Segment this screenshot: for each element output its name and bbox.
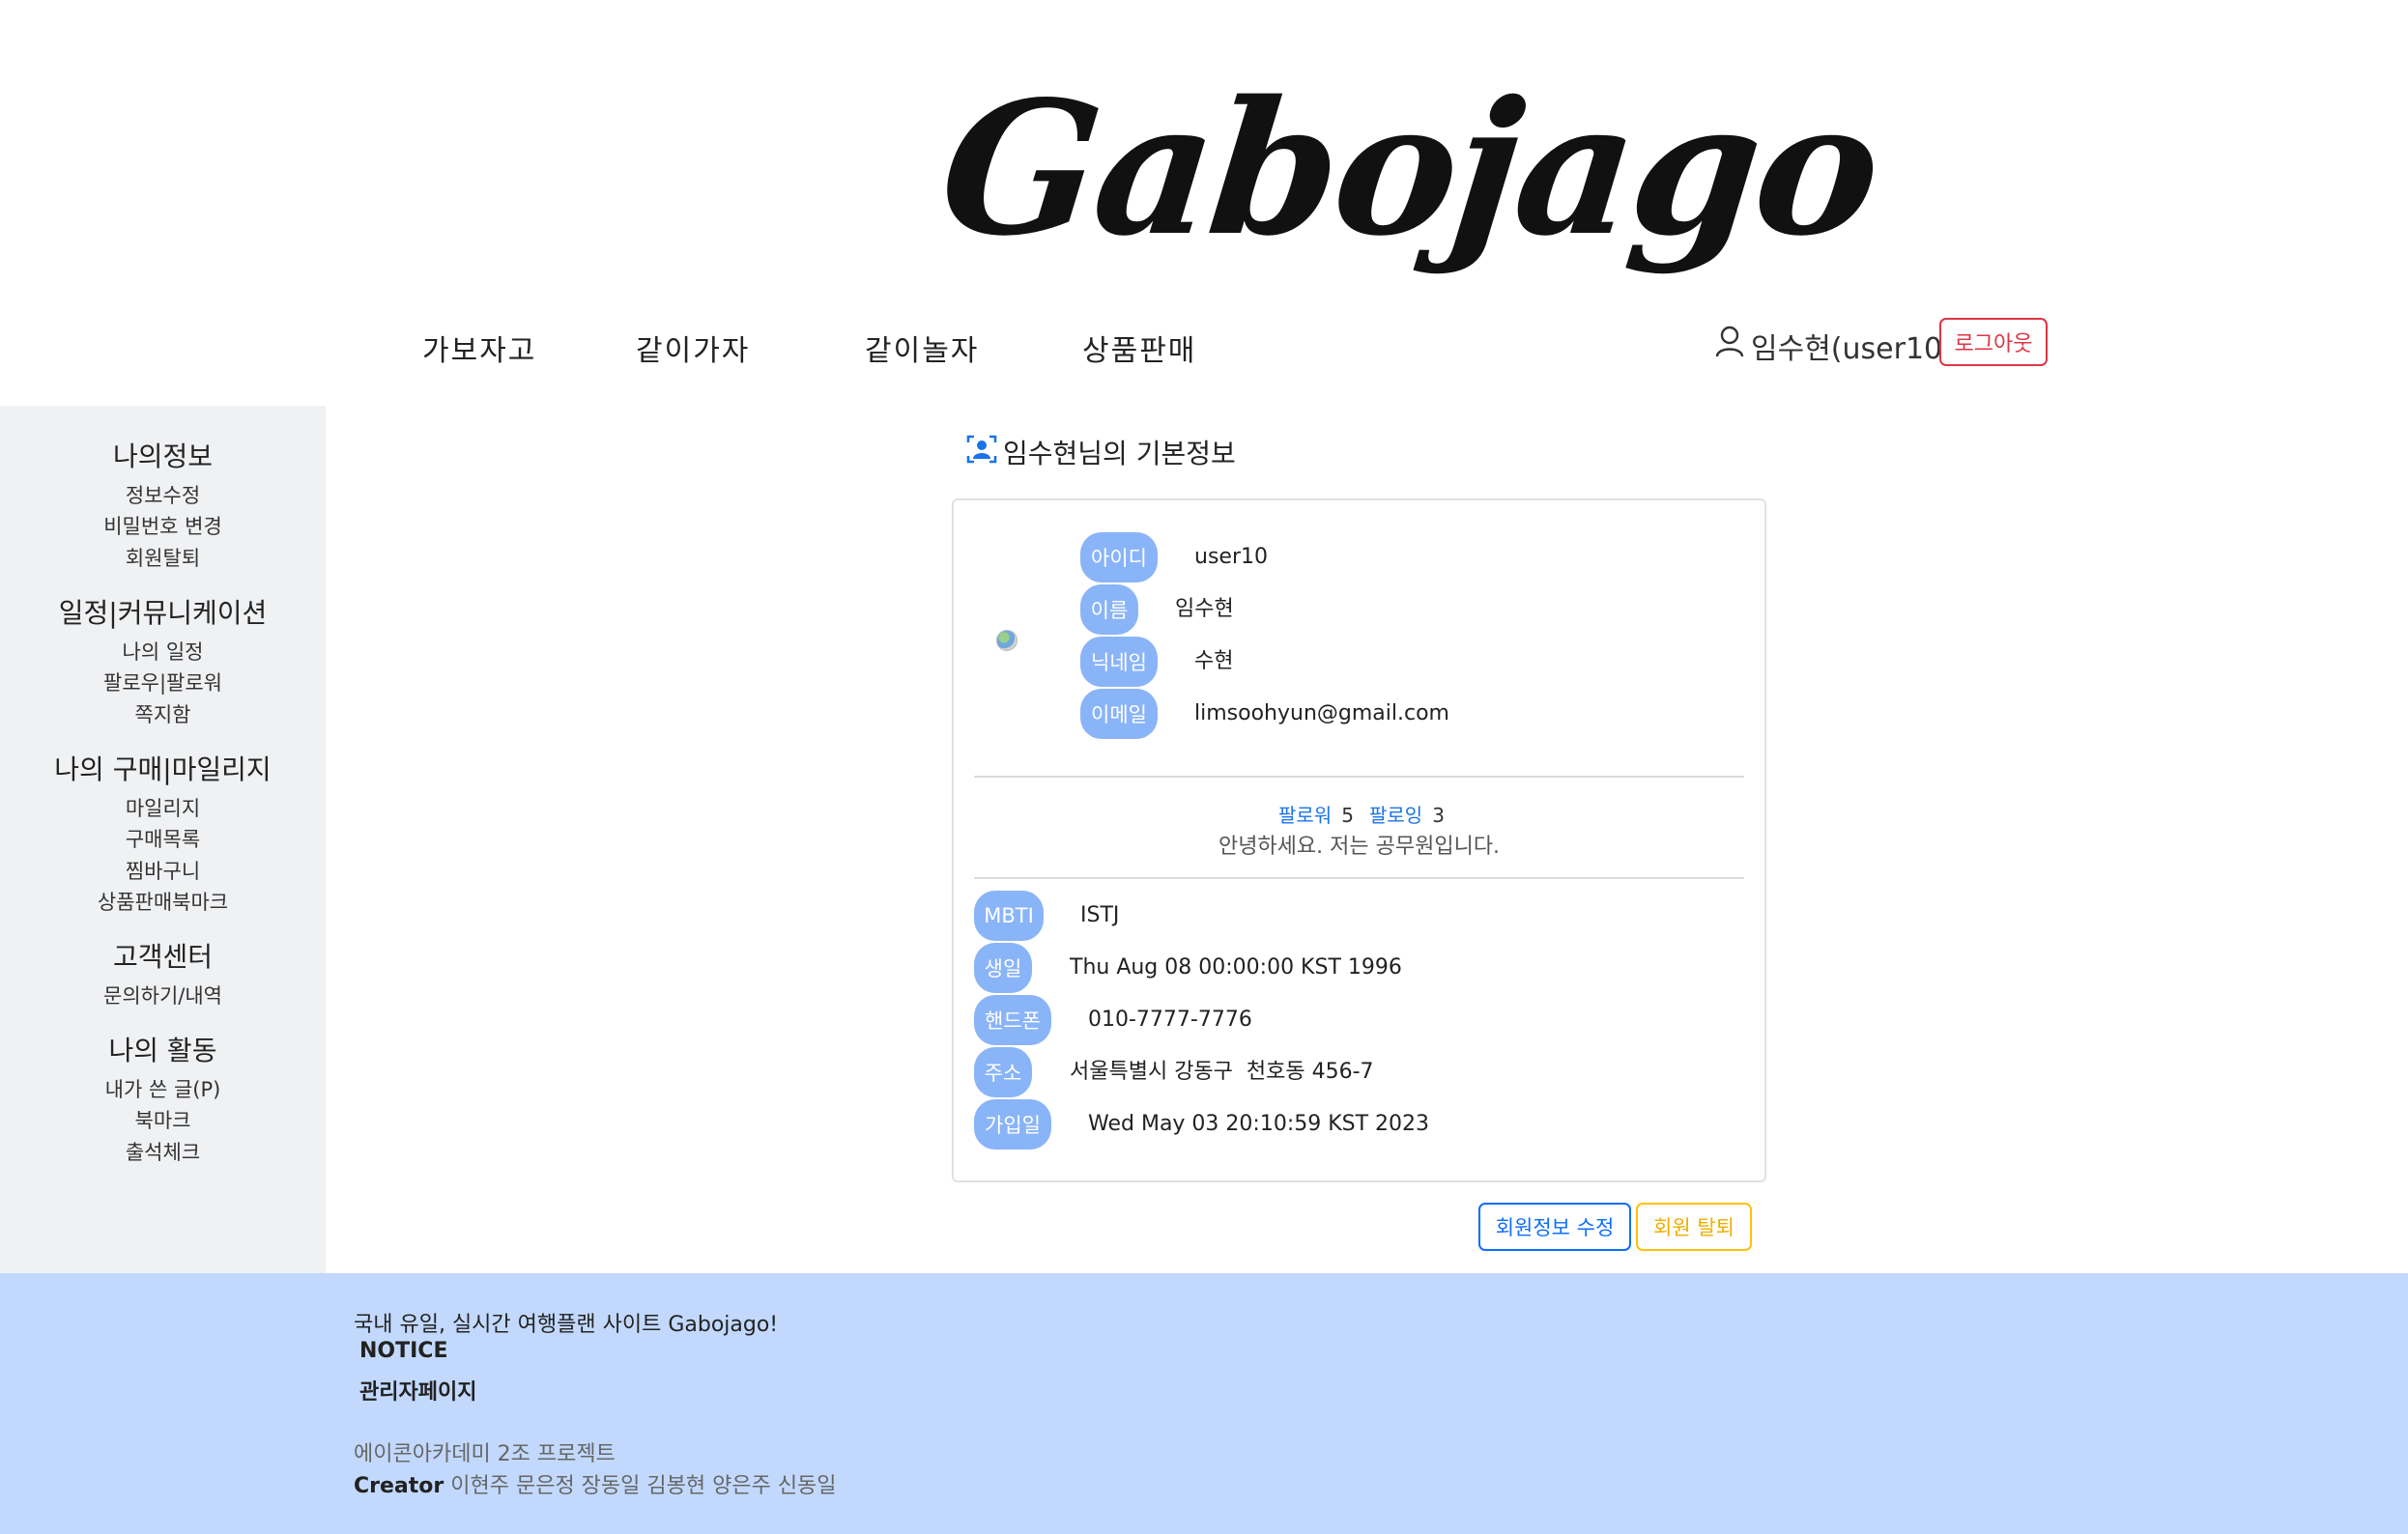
value-address: 서울특별시 강동구 천호동 456-7 [1070, 1060, 1374, 1084]
footer-project: 에이콘아카데미 2조 프로젝트 [354, 1442, 616, 1466]
sidebar-heading-purchase[interactable]: 나의 구매|마일리지 [0, 749, 326, 787]
logout-button[interactable]: 로그아웃 [1939, 318, 2048, 366]
footer-tagline: 국내 유일, 실시간 여행플랜 사이트 Gabojago! [354, 1313, 779, 1337]
value-id: user10 [1194, 545, 1268, 569]
label-email: 이메일 [1080, 689, 1158, 739]
value-mbti: ISTJ [1080, 903, 1120, 927]
label-name: 이름 [1080, 584, 1138, 635]
sidebar-item-attendance[interactable]: 출석체크 [0, 1137, 326, 1166]
footer-notice-link[interactable]: NOTICE [359, 1339, 447, 1363]
footer-admin-link[interactable]: 관리자페이지 [359, 1375, 476, 1406]
label-birthday: 생일 [974, 943, 1032, 993]
edit-profile-button[interactable]: 회원정보 수정 [1478, 1203, 1631, 1251]
user-name: 임수현(user10) [1751, 332, 1954, 366]
nav-product-sale[interactable]: 상품판매 [1082, 327, 1196, 369]
following-label[interactable]: 팔로잉 [1369, 804, 1422, 827]
footer-creator-label: Creator [354, 1474, 444, 1498]
value-birthday: Thu Aug 08 00:00:00 KST 1996 [1070, 955, 1402, 980]
nav-gachi-nolja[interactable]: 같이놀자 [865, 327, 979, 369]
following-count: 3 [1432, 804, 1445, 827]
nav-gachi-gaja[interactable]: 같이가자 [636, 327, 750, 369]
sidebar-item-bookmarks[interactable]: 북마크 [0, 1105, 326, 1134]
person-badge-icon [966, 434, 997, 471]
following-stat[interactable]: 팔로잉 3 [1369, 800, 1445, 828]
sidebar-heading-schedule[interactable]: 일정|커뮤니케이션 [0, 592, 326, 631]
sidebar-item-mileage[interactable]: 마일리지 [0, 793, 326, 822]
sidebar-heading-activity[interactable]: 나의 활동 [0, 1030, 326, 1068]
follower-count: 5 [1341, 804, 1354, 827]
withdraw-button[interactable]: 회원 탈퇴 [1636, 1203, 1752, 1251]
divider [974, 877, 1744, 879]
sidebar-item-withdraw[interactable]: 회원탈퇴 [0, 543, 326, 572]
label-id: 아이디 [1080, 532, 1158, 582]
intro-text: 안녕하세요. 저는 공무원입니다. [1218, 835, 1501, 859]
label-nickname: 닉네임 [1080, 637, 1158, 687]
sidebar-item-product-bookmark[interactable]: 상품판매북마크 [0, 887, 326, 916]
value-nickname: 수현 [1194, 649, 1234, 673]
sidebar-item-edit-info[interactable]: 정보수정 [0, 480, 326, 509]
divider [974, 776, 1744, 778]
sidebar-item-purchase-list[interactable]: 구매목록 [0, 824, 326, 853]
follower-stat[interactable]: 팔로워 5 [1278, 800, 1354, 828]
page-title-text: 임수현님의 기본정보 [1003, 438, 1236, 469]
sidebar-item-messages[interactable]: 쪽지함 [0, 699, 326, 728]
sidebar-item-my-schedule[interactable]: 나의 일정 [0, 637, 326, 666]
nav-gabojago[interactable]: 가보자고 [422, 327, 536, 369]
label-phone: 핸드폰 [974, 995, 1051, 1045]
sidebar-heading-support[interactable]: 고객센터 [0, 936, 326, 975]
label-join-date: 가입일 [974, 1099, 1051, 1150]
label-address: 주소 [974, 1047, 1032, 1097]
sidebar-item-wishlist[interactable]: 찜바구니 [0, 856, 326, 885]
sidebar-item-my-posts[interactable]: 내가 쓴 글(P) [0, 1074, 326, 1103]
sidebar-item-inquiry[interactable]: 문의하기/내역 [0, 980, 326, 1009]
value-join-date: Wed May 03 20:10:59 KST 2023 [1088, 1112, 1430, 1136]
profile-image [996, 630, 1018, 651]
value-phone: 010-7777-7776 [1088, 1008, 1252, 1032]
footer-creator-names: 이현주 문은정 장동일 김봉현 양은주 신동일 [450, 1474, 837, 1498]
sidebar-item-follow[interactable]: 팔로우|팔로워 [0, 668, 326, 696]
follower-label[interactable]: 팔로워 [1278, 804, 1332, 827]
value-email: limsoohyun@gmail.com [1194, 701, 1449, 725]
page-title: 임수현님의 기본정보 [966, 433, 1236, 471]
site-logo[interactable]: Gabojago [932, 58, 1886, 280]
user-menu[interactable]: 임수현(user10) [1714, 325, 1954, 367]
label-mbti: MBTI [974, 891, 1044, 941]
sidebar-item-change-password[interactable]: 비밀번호 변경 [0, 511, 326, 540]
sidebar-heading-my-info[interactable]: 나의정보 [0, 436, 326, 474]
footer-creators: Creator 이현주 문은정 장동일 김봉현 양은주 신동일 [354, 1468, 837, 1499]
user-icon [1714, 326, 1745, 366]
value-name: 임수현 [1175, 597, 1234, 621]
